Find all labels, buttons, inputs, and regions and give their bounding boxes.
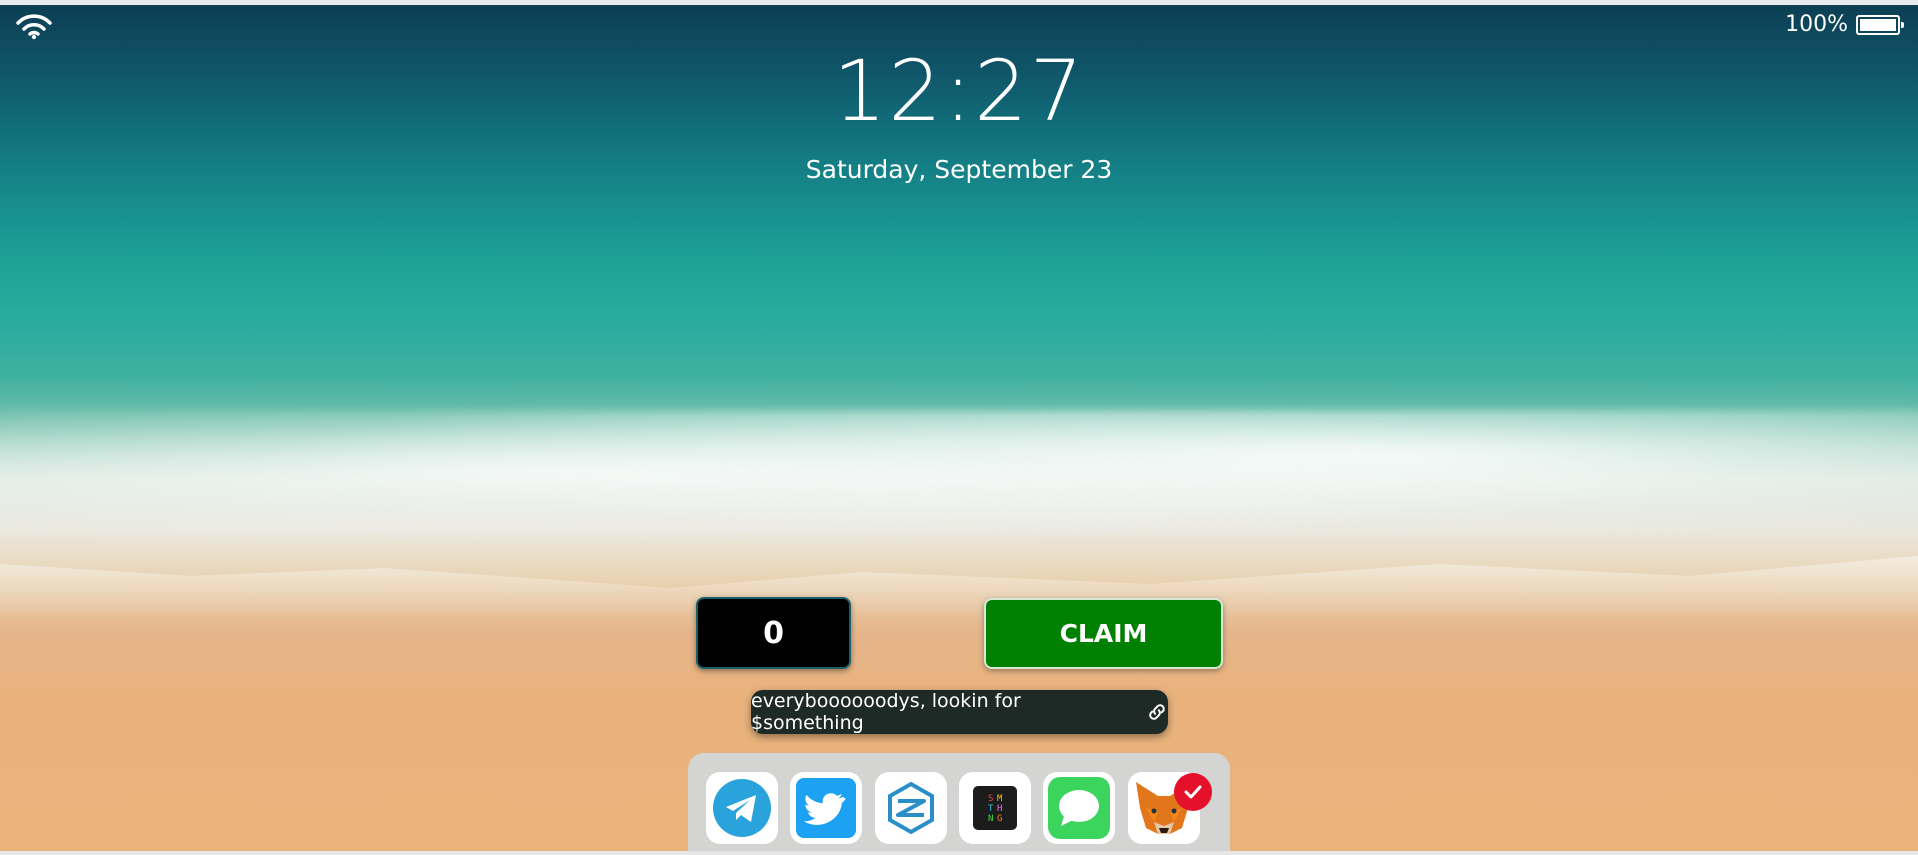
wave-foam <box>0 410 1918 560</box>
twitter-app[interactable] <box>790 772 862 844</box>
svg-text:G: G <box>997 814 1002 824</box>
tagline-text: everyboooooodys, lookin for $something <box>751 690 1021 734</box>
counter-display: 0 <box>696 597 851 669</box>
twitter-icon <box>796 778 856 838</box>
svg-text:S: S <box>988 794 993 804</box>
svg-text:T: T <box>988 804 994 814</box>
link-icon <box>1149 704 1165 720</box>
hexagon-logo-icon <box>888 781 934 835</box>
clock-date: Saturday, September 23 <box>805 155 1113 184</box>
messages-app[interactable] <box>1043 772 1115 844</box>
telegram-app[interactable] <box>706 772 778 844</box>
messages-icon <box>1048 777 1110 839</box>
lock-screen: 100% 12:27 Saturday, September 23 0 CLAI… <box>0 0 1918 855</box>
battery-icon <box>1856 14 1904 35</box>
hexagon-app[interactable] <box>875 772 947 844</box>
battery-percent: 100% <box>1785 12 1848 37</box>
svg-text:H: H <box>997 804 1002 814</box>
telegram-icon <box>713 779 771 837</box>
check-badge-icon <box>1174 773 1212 811</box>
bottom-border <box>0 851 1918 855</box>
svg-text:M: M <box>997 794 1003 804</box>
wifi-icon <box>16 14 52 40</box>
smthng-app[interactable]: S M T H N G <box>959 772 1031 844</box>
battery-fill <box>1860 18 1896 31</box>
battery-status: 100% <box>1785 12 1904 37</box>
clock-time: 12:27 <box>832 42 1086 140</box>
claim-button[interactable]: CLAIM <box>984 598 1223 669</box>
svg-text:N: N <box>988 814 993 824</box>
tagline-link[interactable]: everyboooooodys, lookin for $something <box>751 690 1168 734</box>
top-border <box>0 0 1918 5</box>
smthng-icon: S M T H N G <box>973 786 1017 830</box>
